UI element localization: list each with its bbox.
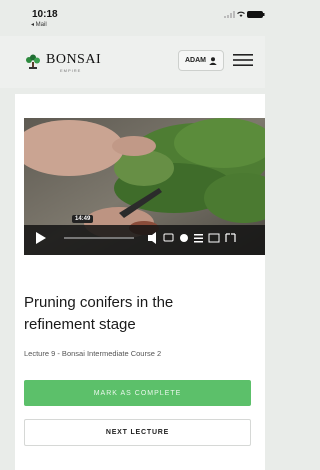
battery-icon [247, 11, 265, 18]
hamburger-menu-icon[interactable] [233, 53, 253, 67]
account-button[interactable]: ADAM [178, 50, 224, 71]
status-time: 10:18 [32, 9, 58, 20]
user-icon [209, 56, 217, 65]
next-lecture-button[interactable]: NEXT LECTURE [24, 419, 251, 446]
status-bar: 10:18 ◂ Mail [0, 0, 265, 36]
video-timestamp: 14:49 [72, 215, 94, 223]
wifi-icon [237, 11, 245, 17]
account-label: ADAM [185, 57, 206, 64]
lecture-title: Pruning conifers in the refinement stage [24, 294, 174, 333]
mark-complete-button[interactable]: MARK AS COMPLETE [24, 380, 251, 406]
brand-name[interactable]: BONSAI [46, 52, 101, 68]
cellular-signal-icon [224, 11, 235, 18]
play-icon[interactable] [34, 231, 48, 245]
video-player[interactable]: 14:49 [24, 118, 265, 255]
video-frame [24, 118, 265, 255]
lecture-subtitle: Lecture 9 - Bonsai Intermediate Course 2 [24, 349, 162, 358]
back-to-mail-link[interactable]: ◂ Mail [31, 21, 47, 28]
bonsai-logo-icon[interactable] [24, 53, 42, 71]
brand-subtitle: EMPIRE [60, 68, 82, 73]
